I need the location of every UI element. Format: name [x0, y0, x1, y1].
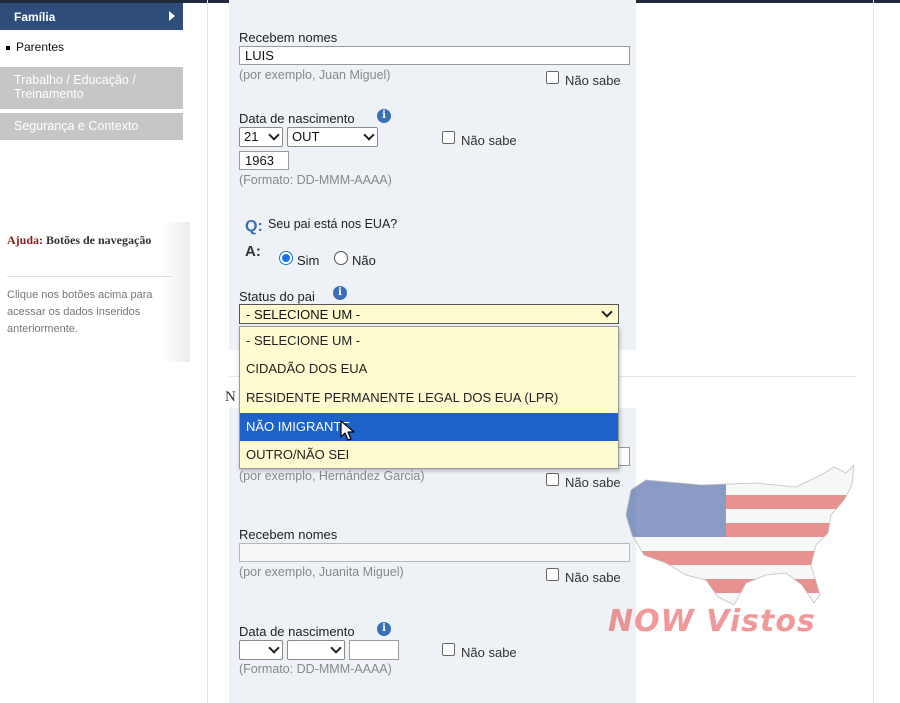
father-dob-dont-know-checkbox[interactable] [442, 131, 455, 144]
content-left-border [207, 0, 208, 703]
chevron-down-icon [601, 306, 613, 318]
sidebar-item-label: Segurança e Contexto [14, 119, 139, 133]
father-given-names-label: Recebem nomes [239, 30, 338, 45]
sidebar-subitem-label: Parentes [16, 40, 65, 54]
father-dob-day-value: 21 [244, 129, 259, 144]
section-title-partial: N [225, 389, 236, 405]
chevron-down-icon [363, 129, 375, 141]
father-status-value: - SELECIONE UM - [246, 307, 361, 322]
help-text: Clique nos botões acima para acessar os … [7, 289, 153, 335]
info-icon[interactable]: i [333, 286, 347, 300]
watermark-text: NOW Vistos [608, 604, 816, 639]
father-dob-month-select[interactable]: OUT [287, 127, 378, 147]
sidebar-subitem-parentes[interactable]: Parentes [6, 40, 64, 54]
mother-dob-label: Data de nascimento [239, 624, 355, 639]
help-title-prefix: Ajuda: [7, 233, 44, 247]
father-in-us-yes-radio[interactable] [279, 251, 293, 265]
mother-dob-day-select[interactable] [239, 640, 283, 660]
father-dob-year-input[interactable] [239, 151, 289, 170]
help-title-text: Botões de navegação [46, 233, 152, 247]
mother-surname-dont-know-checkbox[interactable] [546, 473, 559, 486]
sidebar-item-seguranca[interactable]: Segurança e Contexto [0, 113, 183, 140]
father-in-us-no-radio[interactable] [334, 251, 348, 265]
father-status-label: Status do pai [239, 289, 315, 304]
father-dob-month-value: OUT [292, 129, 320, 144]
question-text: Seu pai está nos EUA? [268, 217, 398, 231]
chevron-down-icon [268, 642, 280, 654]
chevron-down-icon [268, 129, 280, 141]
dont-know-label: Não sabe [461, 645, 517, 660]
help-title: Ajuda: Botões de navegação [7, 232, 167, 249]
mother-dob-year-input[interactable] [349, 640, 399, 660]
mother-given-names-label: Recebem nomes [239, 527, 338, 542]
dont-know-label: Não sabe [565, 73, 621, 88]
father-given-names-hint: (por exemplo, Juan Miguel) [239, 68, 391, 82]
info-icon[interactable]: i [377, 109, 391, 123]
no-label: Não [352, 253, 376, 268]
sidebar-item-familia[interactable]: Família [0, 3, 183, 30]
father-status-select[interactable]: - SELECIONE UM - [239, 304, 619, 324]
mother-dob-dont-know-checkbox[interactable] [442, 643, 455, 656]
yes-label: Sim [297, 253, 320, 268]
chevron-down-icon [330, 642, 342, 654]
mouse-cursor-icon [340, 420, 355, 441]
mother-given-names-dont-know-checkbox[interactable] [546, 568, 559, 581]
mother-given-names-input[interactable] [239, 543, 630, 562]
mother-surname-hint: (por exemplo, Hernández Garcia) [239, 469, 425, 483]
dont-know-label: Não sabe [461, 133, 517, 148]
sidebar-item-label: Trabalho / Educação / Treinamento [14, 73, 136, 101]
father-status-dropdown-list: - SELECIONE UM - CIDADÃO DOS EUA RESIDEN… [239, 326, 619, 469]
sidebar-item-trabalho[interactable]: Trabalho / Educação / Treinamento [0, 67, 183, 109]
bullet-icon [6, 45, 10, 50]
mother-dob-month-select[interactable] [287, 640, 345, 660]
chevron-right-icon [169, 11, 175, 21]
father-given-names-input[interactable] [239, 46, 630, 65]
father-dob-hint: (Formato: DD-MMM-AAAA) [239, 173, 392, 187]
father-given-names-dont-know-checkbox[interactable] [546, 71, 559, 84]
father-dob-label: Data de nascimento [239, 111, 355, 126]
mother-dob-hint: (Formato: DD-MMM-AAAA) [239, 662, 392, 676]
dropdown-option[interactable]: CIDADÃO DOS EUA [240, 355, 618, 383]
dropdown-option[interactable]: RESIDENTE PERMANENTE LEGAL DOS EUA (LPR) [240, 384, 618, 412]
question-label: Q: [245, 218, 263, 235]
dropdown-option[interactable]: - SELECIONE UM - [240, 327, 618, 355]
mother-given-names-hint: (por exemplo, Juanita Miguel) [239, 565, 404, 579]
dropdown-option[interactable]: OUTRO/NÃO SEI [240, 441, 618, 469]
info-icon[interactable]: i [377, 622, 391, 636]
father-dob-day-select[interactable]: 21 [239, 127, 283, 147]
dropdown-option-highlighted[interactable]: NÃO IMIGRANTE [240, 413, 618, 441]
help-divider [7, 276, 172, 277]
sidebar-item-label: Família [14, 10, 56, 24]
answer-label: A: [245, 243, 261, 260]
